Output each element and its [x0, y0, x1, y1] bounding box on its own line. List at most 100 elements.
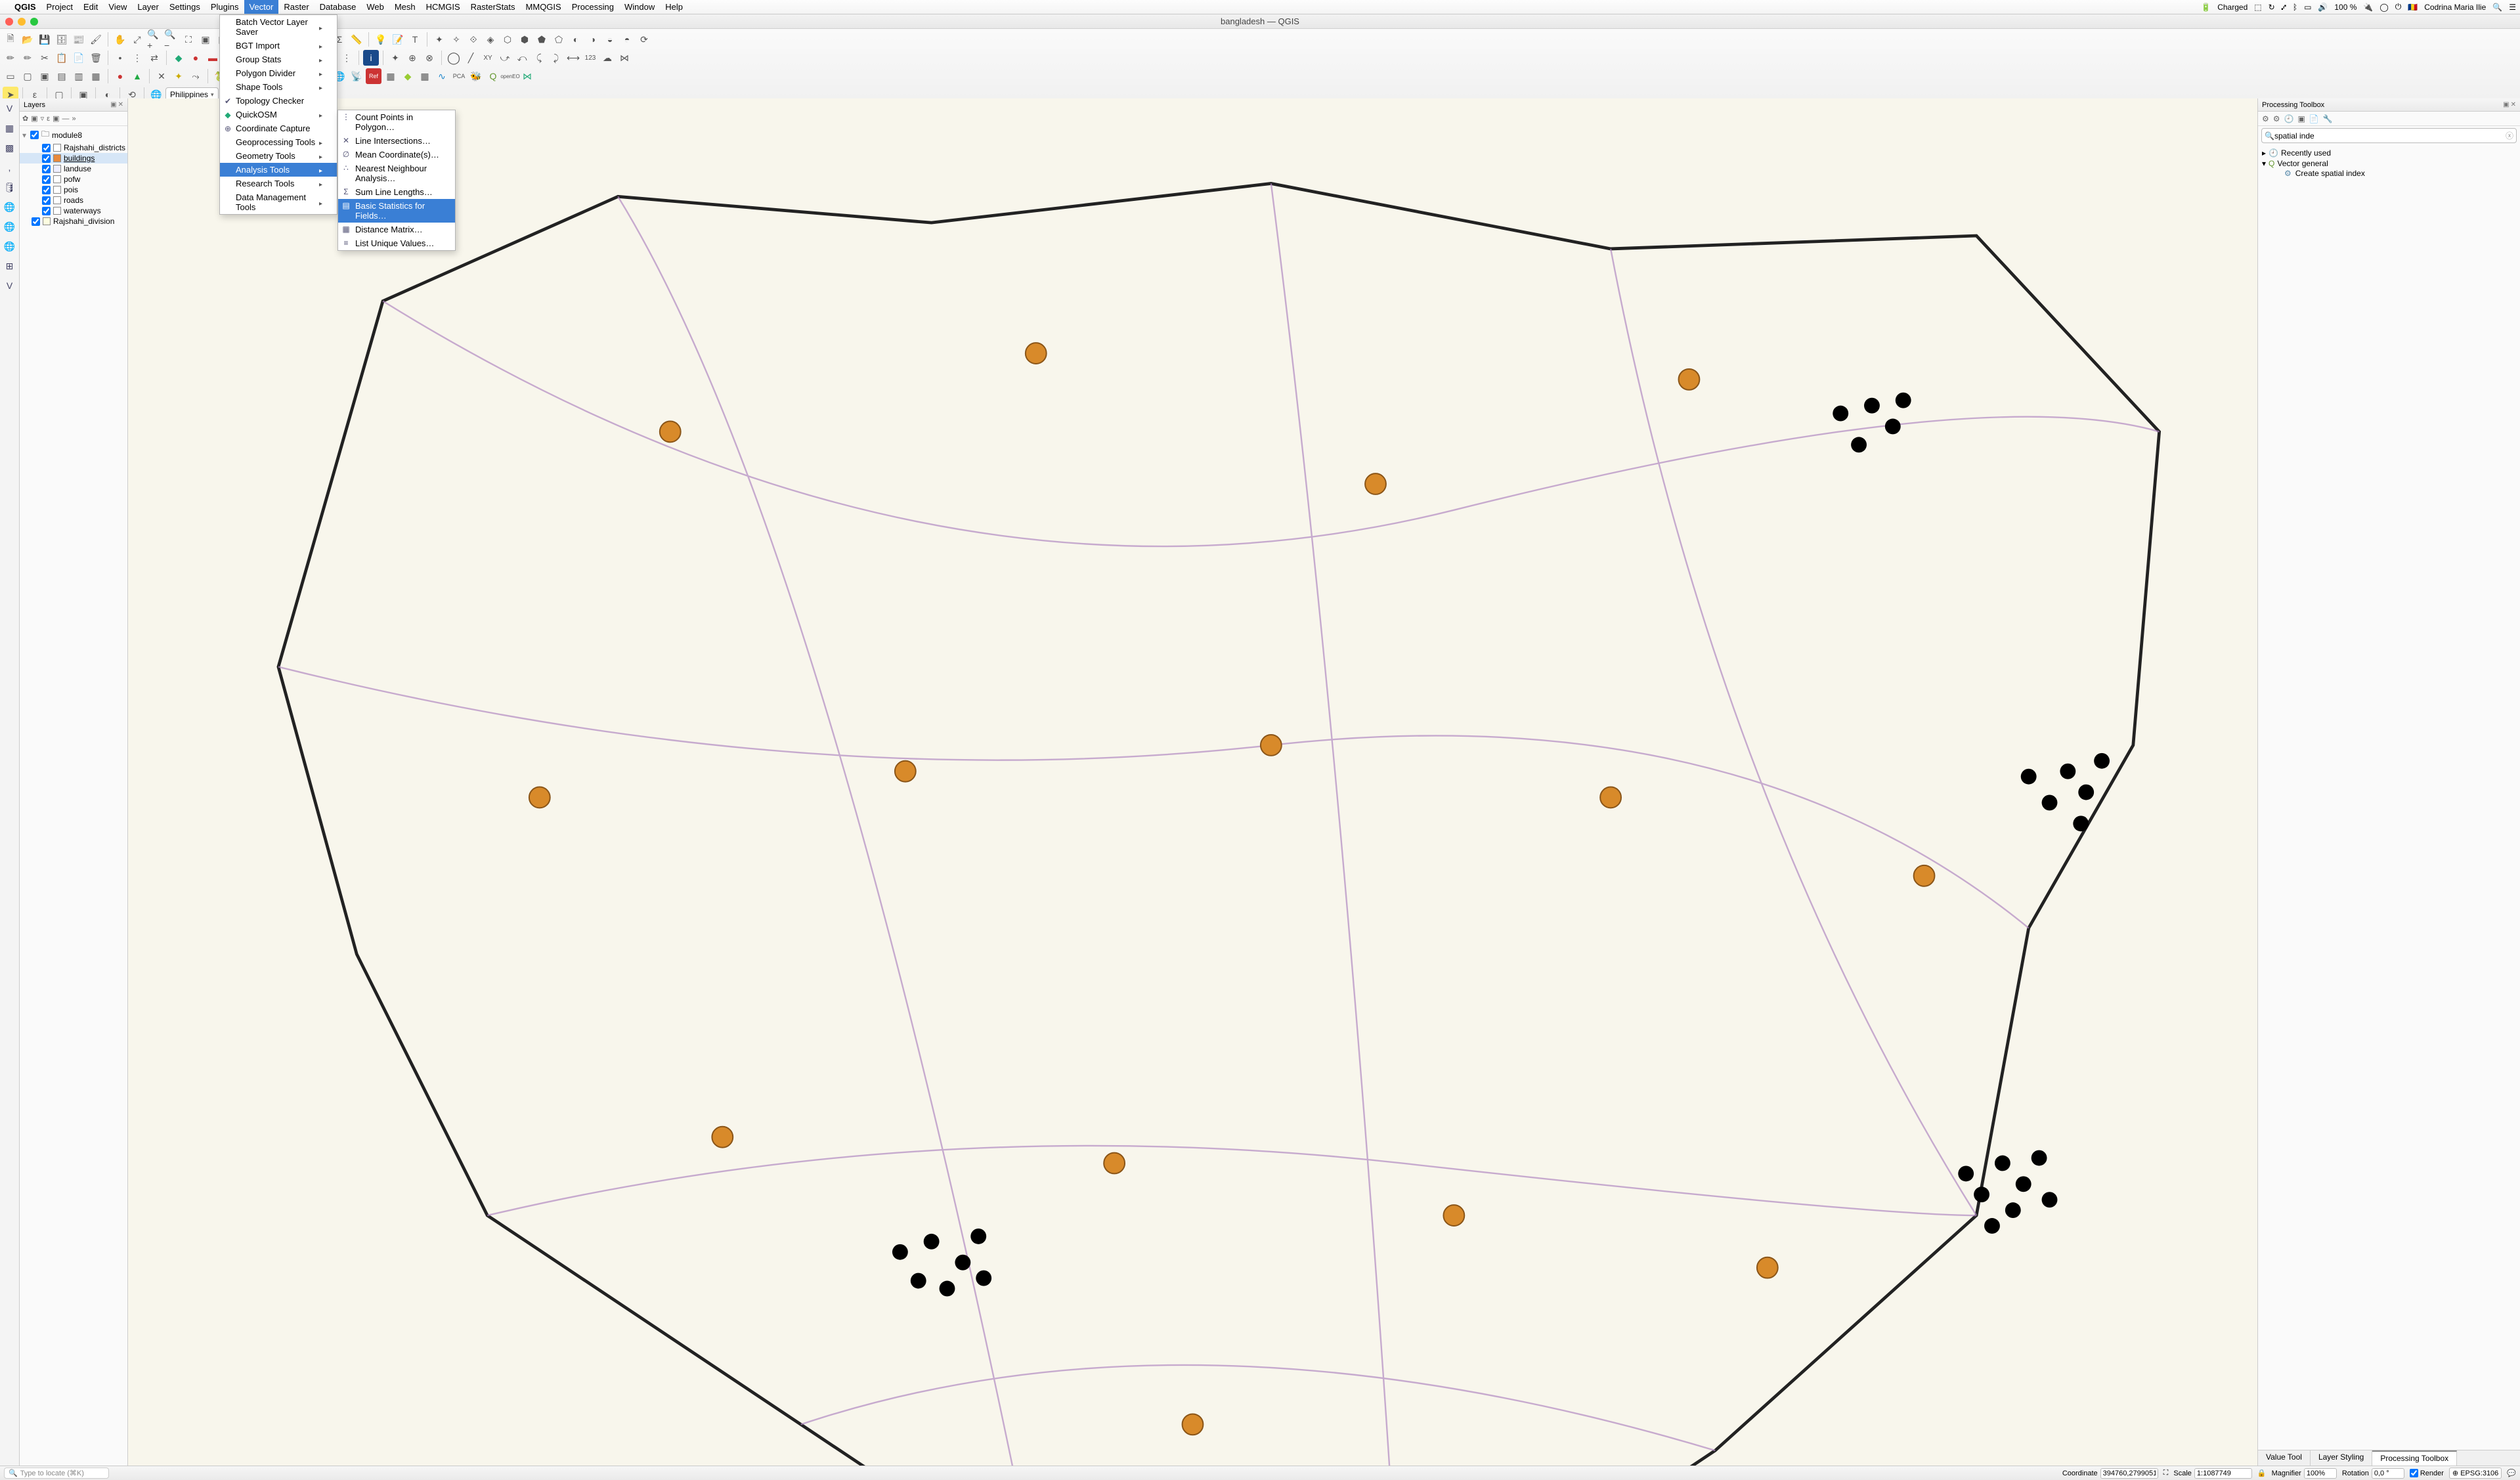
- tb-snap5[interactable]: ⬡: [500, 32, 515, 47]
- ds-csv-icon[interactable]: ,: [3, 160, 17, 175]
- spotlight-icon[interactable]: 🔍: [2492, 3, 2502, 12]
- clear-icon[interactable]: ⓧ: [2506, 130, 2513, 141]
- tb-edit5[interactable]: 📄: [71, 50, 87, 66]
- tb-edit2[interactable]: ✏: [20, 50, 35, 66]
- layer-group[interactable]: ▾ 🗀 module8: [20, 127, 127, 142]
- tb-dots[interactable]: ⋮: [339, 50, 355, 66]
- proc-script-icon[interactable]: 📄: [2309, 114, 2319, 123]
- tb-snap10[interactable]: ◑: [585, 32, 601, 47]
- tb-edit3[interactable]: ✂: [37, 50, 53, 66]
- tab-processing-toolbox[interactable]: Processing Toolbox: [2372, 1450, 2457, 1466]
- processing-results[interactable]: ▸🕘Recently used ▾QVector general ⚙Create…: [2258, 145, 2520, 1450]
- tb-text[interactable]: T: [407, 32, 423, 47]
- vmenu-analysis[interactable]: Analysis Tools: [220, 163, 337, 177]
- tb-new-project[interactable]: 🗎: [3, 32, 18, 47]
- tb-snap2[interactable]: ✧: [448, 32, 464, 47]
- menu-rasterstats[interactable]: RasterStats: [466, 0, 521, 14]
- amenu-sum-line-len[interactable]: ΣSum Line Lengths…: [338, 185, 455, 199]
- tb-xy-icon[interactable]: XY: [480, 50, 496, 66]
- scale-input[interactable]: [2194, 1468, 2252, 1479]
- tb-arc4[interactable]: ⤸: [548, 50, 564, 66]
- dropbox-icon[interactable]: ⬚: [2254, 3, 2261, 12]
- tb-save[interactable]: 💾: [37, 32, 53, 47]
- vmenu-data-mgmt[interactable]: Data Management Tools: [220, 190, 337, 214]
- close-panel-icon[interactable]: ✕: [118, 101, 123, 108]
- menu-window[interactable]: Window: [619, 0, 660, 14]
- tb-circle-icon[interactable]: ◯: [446, 50, 462, 66]
- tb-red-icon[interactable]: ●: [188, 50, 204, 66]
- tb-grid2[interactable]: ▦: [417, 68, 433, 84]
- tb-orange-rss[interactable]: 📡: [349, 68, 364, 84]
- amenu-basic-stats[interactable]: ▤Basic Statistics for Fields…: [338, 199, 455, 223]
- tb-sel1[interactable]: ▭: [3, 68, 18, 84]
- layers-tree[interactable]: ▾ 🗀 module8 Rajshahi_districts buildings…: [20, 126, 127, 1466]
- close-button[interactable]: [5, 18, 13, 26]
- tb-pan-sel[interactable]: ⤢: [129, 32, 145, 47]
- tb-bow2[interactable]: ⋈: [519, 68, 535, 84]
- remove-icon[interactable]: —: [62, 115, 69, 123]
- ds-raster-icon[interactable]: ▦: [3, 121, 17, 135]
- menu-app[interactable]: QGIS: [9, 0, 41, 14]
- tb-bee[interactable]: 🐝: [468, 68, 484, 84]
- tb-layout[interactable]: 📰: [71, 32, 87, 47]
- menu-mesh[interactable]: Mesh: [389, 0, 421, 14]
- add-group-icon[interactable]: ▣: [31, 114, 37, 123]
- amenu-list-unique[interactable]: ≡List Unique Values…: [338, 236, 455, 250]
- menu-view[interactable]: View: [103, 0, 132, 14]
- render-toggle[interactable]: Render: [2410, 1469, 2444, 1477]
- vmenu-polygon-divider[interactable]: Polygon Divider: [220, 66, 337, 80]
- ds-wms-icon[interactable]: 🌐: [3, 200, 17, 214]
- layer-row-4[interactable]: pois: [20, 185, 127, 195]
- tb-snap11[interactable]: ◒: [602, 32, 618, 47]
- ds-wfs-icon[interactable]: 🌐: [3, 219, 17, 234]
- undock-icon[interactable]: ▣: [110, 101, 116, 108]
- tb-grid[interactable]: ▦: [383, 68, 399, 84]
- proc-wrench-icon[interactable]: 🔧: [2323, 114, 2333, 123]
- style-icon[interactable]: ✿: [22, 114, 28, 123]
- tb-line-icon[interactable]: ╱: [463, 50, 479, 66]
- vmenu-research[interactable]: Research Tools: [220, 177, 337, 190]
- menu-help[interactable]: Help: [660, 0, 688, 14]
- tb-mesh1[interactable]: ✕: [154, 68, 169, 84]
- tb-snap13[interactable]: ⟳: [636, 32, 652, 47]
- tb-sel6[interactable]: ▦: [88, 68, 104, 84]
- tb-shape2[interactable]: ⊕: [404, 50, 420, 66]
- menu-mmqgis[interactable]: MMQGIS: [521, 0, 567, 14]
- tb-openeo[interactable]: openEO: [502, 68, 518, 84]
- tb-arc2[interactable]: ⤺: [514, 50, 530, 66]
- tb-diamond[interactable]: ◆: [400, 68, 416, 84]
- amenu-count-points[interactable]: ⋮Count Points in Polygon…: [338, 110, 455, 134]
- tb-snap6[interactable]: ⬢: [517, 32, 532, 47]
- tb-shape1[interactable]: ✦: [387, 50, 403, 66]
- menu-web[interactable]: Web: [361, 0, 389, 14]
- tab-layer-styling[interactable]: Layer Styling: [2311, 1450, 2372, 1466]
- tb-arc3[interactable]: ⤹: [531, 50, 547, 66]
- tb-num[interactable]: 123: [582, 50, 598, 66]
- tb-geo-red[interactable]: ●: [112, 68, 128, 84]
- processing-search-input[interactable]: [2274, 131, 2506, 141]
- messages-icon[interactable]: 💬: [2507, 1469, 2516, 1477]
- ds-mesh-icon[interactable]: ▩: [3, 141, 17, 155]
- expand-icon[interactable]: ε: [47, 115, 50, 123]
- bt-icon[interactable]: ᛒ: [2293, 3, 2297, 12]
- layer-row-2[interactable]: landuse: [20, 163, 127, 174]
- tb-sel5[interactable]: ▥: [71, 68, 87, 84]
- tb-geo-green[interactable]: ▲: [129, 68, 145, 84]
- vmenu-geoprocessing[interactable]: Geoprocessing Tools: [220, 135, 337, 149]
- layer-row-extra[interactable]: Rajshahi_division: [20, 216, 127, 227]
- ds-wcs-icon[interactable]: 🌐: [3, 239, 17, 253]
- processing-search[interactable]: 🔍 ⓧ: [2261, 128, 2517, 143]
- flag-icon[interactable]: 🇷🇴: [2408, 3, 2418, 12]
- tb-zoom-full[interactable]: ⛶: [181, 32, 196, 47]
- tb-osm[interactable]: ◆: [171, 50, 186, 66]
- user-name[interactable]: Codrina Maria Ilie: [2424, 3, 2486, 12]
- vol-icon[interactable]: 🔊: [2318, 3, 2328, 12]
- menu-project[interactable]: Project: [41, 0, 78, 14]
- tb-sel3[interactable]: ▣: [37, 68, 53, 84]
- tb-info[interactable]: i: [363, 50, 379, 66]
- tb-edit-pencil[interactable]: ✏: [3, 50, 18, 66]
- coord-input[interactable]: [2100, 1468, 2158, 1479]
- tb-vertex[interactable]: ⋮: [129, 50, 145, 66]
- map-canvas[interactable]: [128, 98, 2257, 1466]
- tb-zoom-in[interactable]: 🔍+: [146, 32, 162, 47]
